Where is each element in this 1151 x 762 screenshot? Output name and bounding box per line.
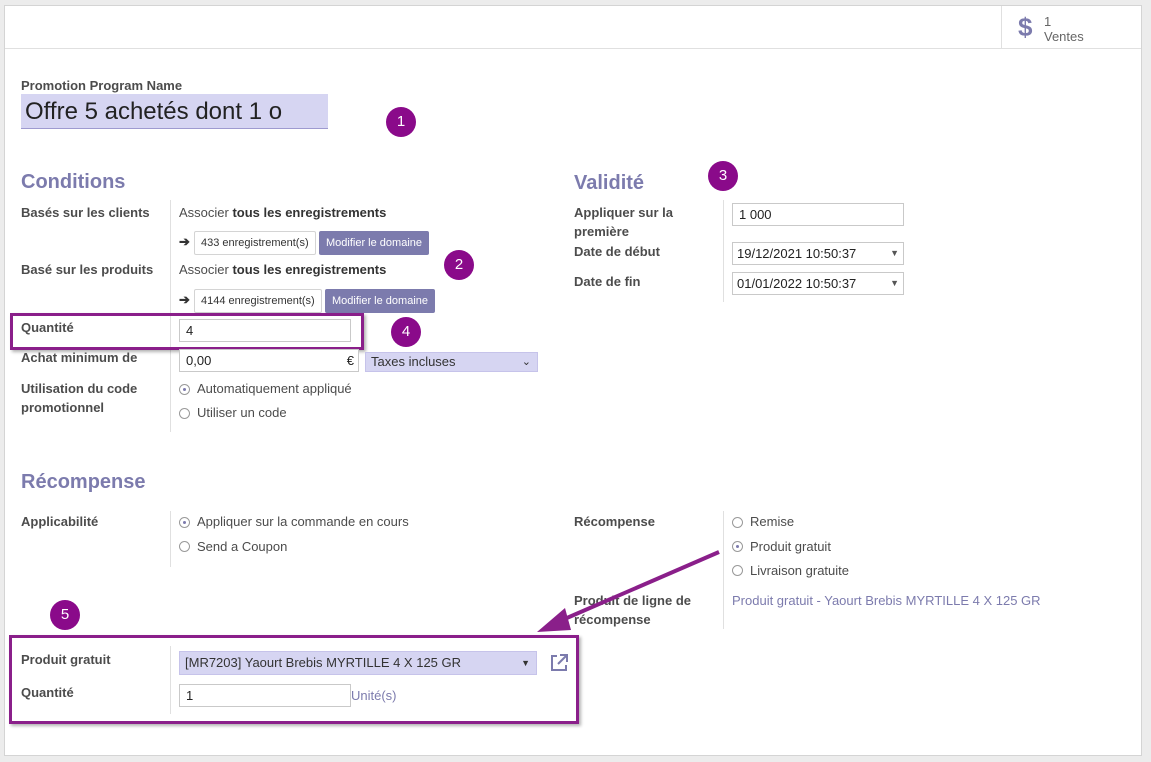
annotation-arrow	[537, 550, 720, 632]
form-sheet: $ 1 Ventes Promotion Program Name Offre …	[4, 5, 1142, 756]
